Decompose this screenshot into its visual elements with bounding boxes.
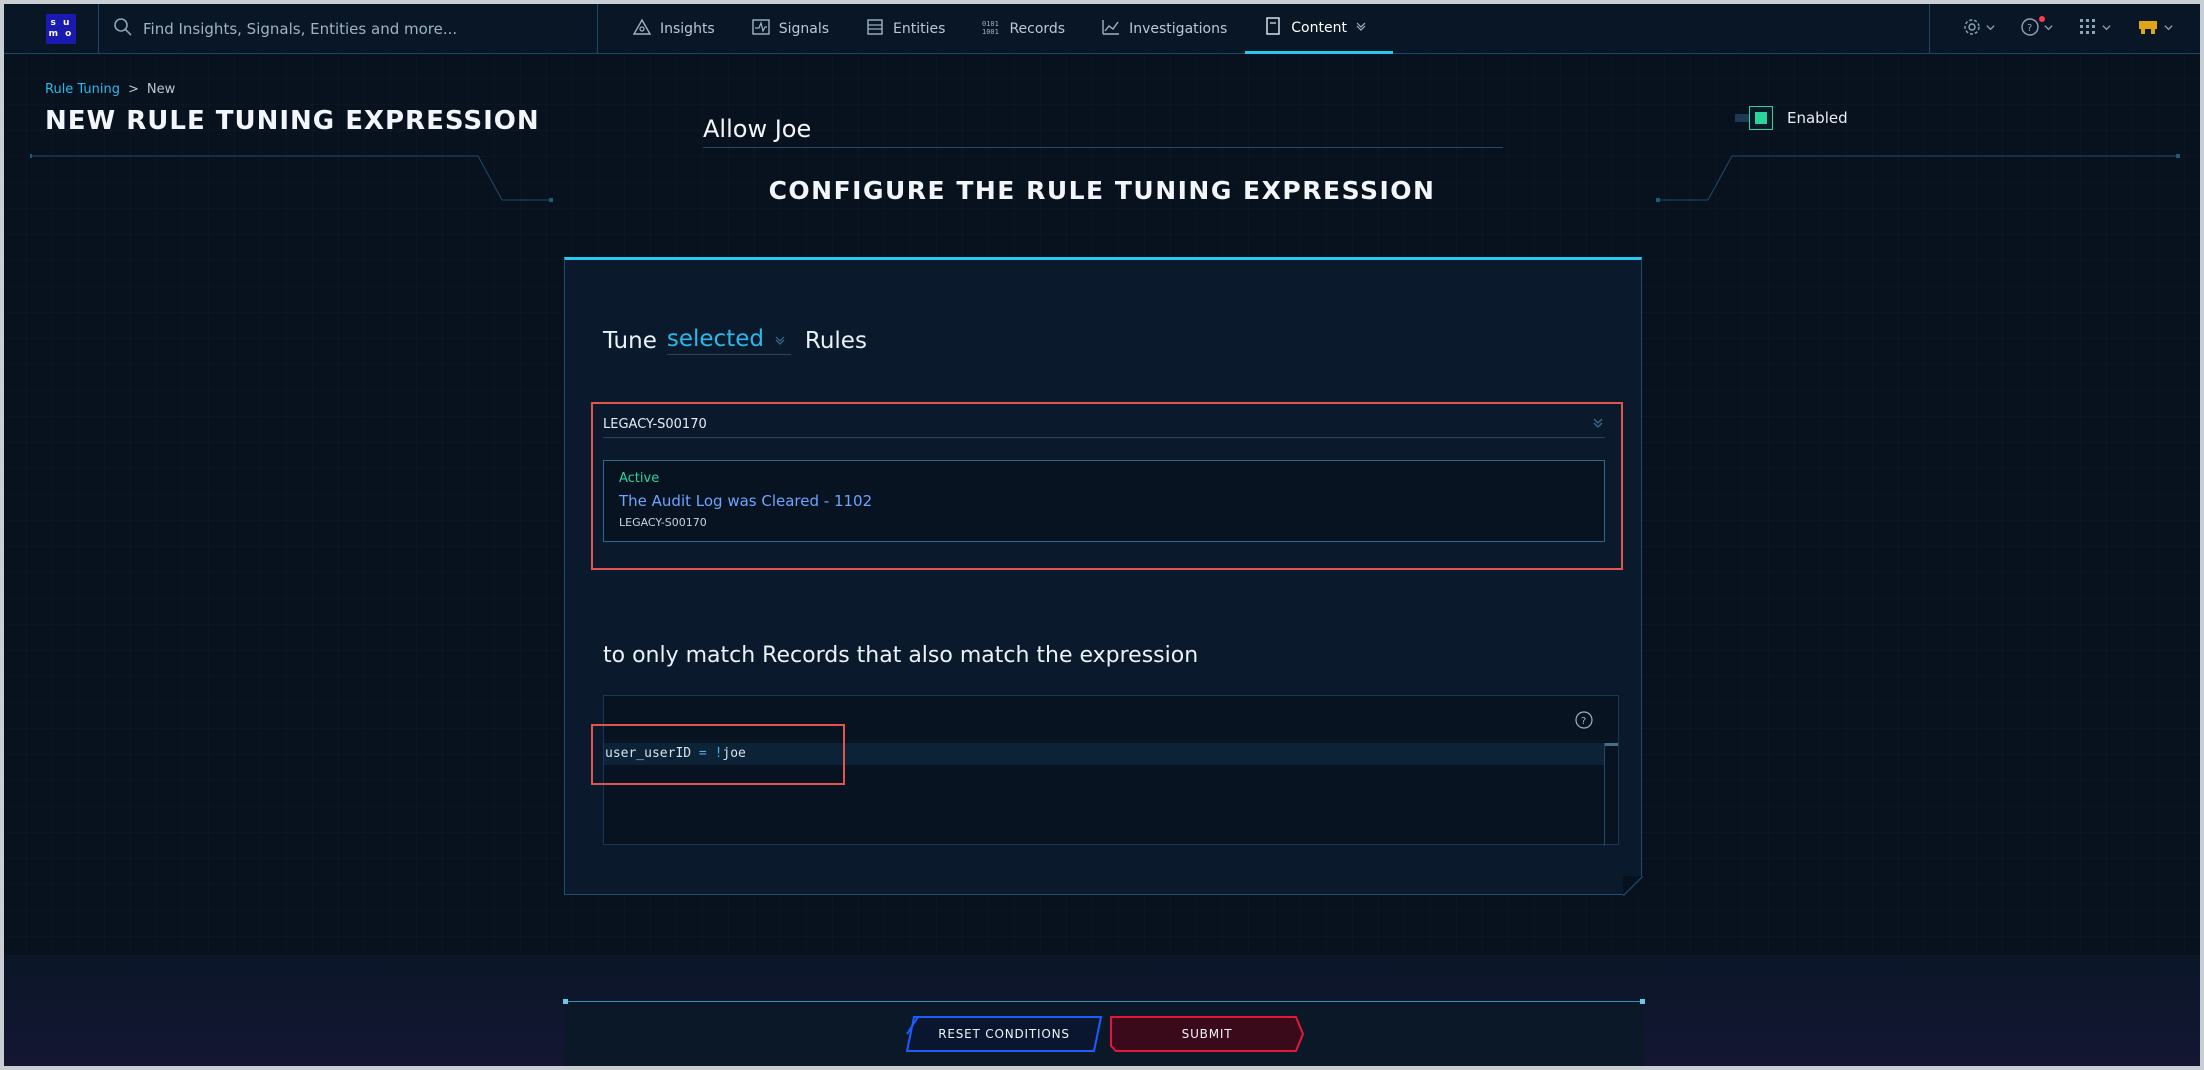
- global-search: [98, 4, 598, 54]
- configure-card: Tune selected Rules LEGACY-S00170 Active…: [564, 257, 1644, 897]
- section-title: CONFIGURE THE RULE TUNING EXPRESSION: [768, 176, 1436, 205]
- reset-button-label: RESET CONDITIONS: [938, 1027, 1070, 1041]
- breadcrumb: Rule Tuning > New: [45, 82, 175, 97]
- nav-label-content: Content: [1291, 19, 1347, 36]
- svg-text:1001: 1001: [982, 28, 999, 36]
- tune-suffix: Rules: [804, 327, 867, 354]
- chevron-down-icon: [1982, 21, 1996, 37]
- action-footer: RESET CONDITIONS SUBMIT: [563, 999, 1645, 1066]
- account-menu[interactable]: [2136, 17, 2174, 41]
- nav-item-records[interactable]: 0101 1001 Records: [963, 4, 1083, 54]
- tune-scope-dropdown[interactable]: selected: [666, 326, 791, 355]
- signals-icon: [751, 18, 779, 40]
- user-menu-area: ?: [1929, 4, 2186, 54]
- nav-label-records: Records: [1009, 21, 1066, 37]
- expression-name-input[interactable]: [703, 110, 1503, 148]
- enabled-label: Enabled: [1787, 109, 1848, 127]
- expression-highlight: [591, 724, 845, 785]
- nav-item-investigations[interactable]: Investigations: [1083, 4, 1245, 54]
- chevron-down-icon: [764, 326, 786, 352]
- tune-scope-value: selected: [666, 326, 764, 352]
- enabled-toggle[interactable]: [1735, 106, 1775, 130]
- help-menu[interactable]: ?: [2020, 16, 2054, 41]
- top-navigation: s u m o Insights Signals Entities 010110…: [4, 4, 2200, 54]
- main-nav: Insights Signals Entities 0101 1001 Recor…: [614, 4, 1393, 54]
- apps-menu[interactable]: [2078, 17, 2112, 41]
- nav-label-entities: Entities: [893, 21, 946, 37]
- nav-item-content[interactable]: Content: [1245, 4, 1393, 54]
- svg-text:?: ?: [1581, 716, 1586, 727]
- settings-menu[interactable]: [1962, 17, 1996, 41]
- card-corner-deco: [1622, 875, 1644, 897]
- nav-label-investigations: Investigations: [1129, 21, 1228, 37]
- rule-select-value: LEGACY-S00170: [603, 417, 707, 432]
- entities-icon: [865, 18, 893, 40]
- insights-icon: [632, 18, 660, 40]
- breadcrumb-current: New: [146, 82, 176, 97]
- search-icon: [113, 17, 133, 41]
- help-icon: ?: [2020, 17, 2040, 41]
- logo-text-bottom: m o: [48, 28, 74, 39]
- submit-button[interactable]: SUBMIT: [1110, 1016, 1304, 1052]
- editor-scrollbar[interactable]: [1604, 743, 1618, 846]
- chevron-down-icon: [1591, 416, 1605, 434]
- rule-select-dropdown[interactable]: LEGACY-S00170: [603, 412, 1605, 438]
- chevron-down-icon: [2098, 21, 2112, 37]
- rule-id: LEGACY-S00170: [619, 516, 707, 529]
- help-icon[interactable]: ?: [1574, 710, 1594, 730]
- records-icon: 0101 1001: [981, 18, 1009, 40]
- search-input[interactable]: [143, 20, 583, 38]
- nav-label-signals: Signals: [778, 21, 830, 37]
- reset-conditions-button[interactable]: RESET CONDITIONS: [906, 1016, 1102, 1052]
- chevron-down-icon: [1355, 20, 1375, 36]
- sumo-logo[interactable]: s u m o: [46, 13, 76, 44]
- toggle-knob: [1749, 106, 1773, 130]
- settings-icon: [1962, 17, 1982, 41]
- apps-grid-icon: [2078, 17, 2098, 41]
- enabled-toggle-group: Enabled: [1735, 106, 1848, 130]
- nav-item-insights[interactable]: Insights: [614, 4, 733, 54]
- chevron-down-icon: [2040, 21, 2054, 37]
- breadcrumb-separator: >: [127, 82, 139, 97]
- content-icon: [1263, 16, 1291, 39]
- submit-button-label: SUBMIT: [1181, 1027, 1233, 1041]
- page-title: NEW RULE TUNING EXPRESSION: [45, 106, 540, 136]
- nav-label-insights: Insights: [660, 21, 715, 37]
- tune-sentence: Tune selected Rules: [603, 326, 867, 355]
- logo-text-top: s u: [50, 17, 72, 28]
- notification-dot: [2039, 16, 2045, 22]
- selected-rule-item[interactable]: Active The Audit Log was Cleared - 1102 …: [603, 460, 1605, 542]
- chevron-down-icon: [2160, 21, 2174, 37]
- account-icon: [2136, 17, 2160, 41]
- svg-text:?: ?: [2027, 23, 2032, 34]
- rules-selection-highlight: LEGACY-S00170 Active The Audit Log was C…: [591, 402, 1623, 570]
- nav-item-entities[interactable]: Entities: [847, 4, 963, 54]
- rule-status: Active: [619, 471, 660, 486]
- match-description: to only match Records that also match th…: [603, 643, 1199, 668]
- svg-text:0101: 0101: [982, 20, 999, 28]
- tune-prefix: Tune: [603, 327, 657, 354]
- rule-name-link[interactable]: The Audit Log was Cleared - 1102: [619, 492, 1589, 510]
- nav-item-signals[interactable]: Signals: [733, 4, 847, 54]
- investigations-icon: [1101, 18, 1129, 40]
- breadcrumb-link-rule-tuning[interactable]: Rule Tuning: [45, 82, 120, 97]
